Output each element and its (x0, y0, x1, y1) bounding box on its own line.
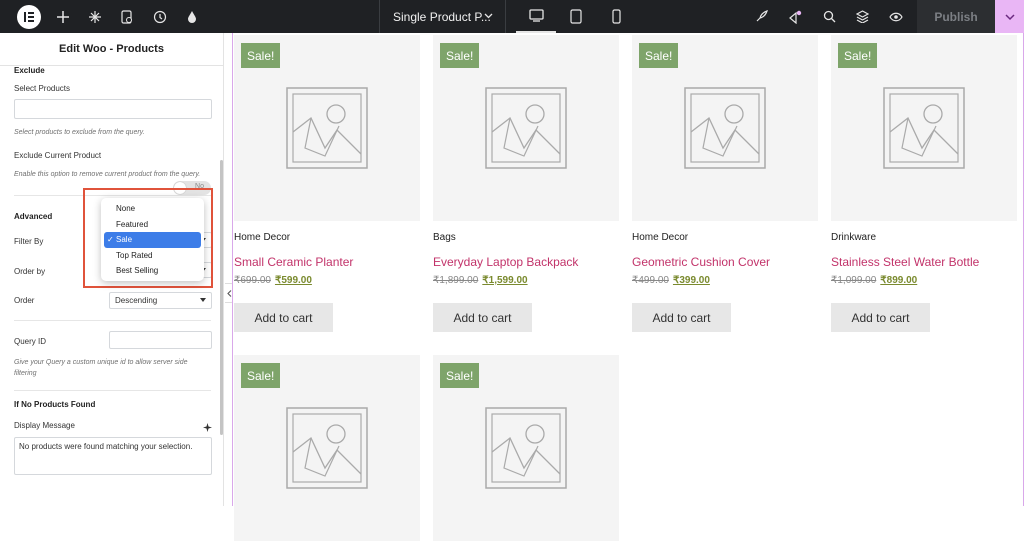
image-placeholder-icon (883, 87, 965, 169)
checkmark-icon: ✓ (107, 235, 114, 245)
ai-sparkle-icon[interactable] (203, 419, 212, 437)
image-placeholder-icon (684, 87, 766, 169)
page-settings-icon[interactable] (118, 0, 136, 33)
sale-badge: Sale! (639, 43, 679, 68)
dropdown-option-none[interactable]: None (104, 201, 201, 217)
advanced-heading: Advanced (14, 212, 53, 221)
divider (14, 390, 211, 391)
product-title[interactable]: Stainless Steel Water Bottle (831, 255, 979, 269)
divider (14, 320, 211, 321)
product-category[interactable]: Drinkware (831, 232, 876, 243)
filter-by-label: Filter By (14, 237, 44, 246)
rocket-icon[interactable] (752, 0, 770, 33)
chevron-down-icon (200, 298, 206, 302)
desktop-icon (528, 9, 544, 22)
publish-button[interactable]: Publish (917, 0, 995, 33)
chevron-down-icon (484, 13, 493, 19)
dropdown-option-sale[interactable]: ✓ Sale (104, 232, 201, 248)
sale-badge: Sale! (440, 43, 480, 68)
panel-title: Edit Woo - Products (0, 33, 223, 66)
tablet-view-button[interactable] (556, 0, 596, 33)
add-to-cart-button[interactable]: Add to cart (433, 303, 532, 332)
layers-icon[interactable] (853, 0, 871, 33)
select-products-input[interactable] (14, 99, 212, 119)
preview-canvas: Sale! Home Decor Small Ceramic Planter ₹… (232, 33, 1024, 541)
product-image[interactable]: Sale! (234, 355, 420, 541)
add-to-cart-button[interactable]: Add to cart (831, 303, 930, 332)
document-selector[interactable]: Single Product P... (379, 0, 506, 33)
old-price: ₹1,899.00 (433, 275, 479, 286)
product-category[interactable]: Home Decor (234, 232, 290, 243)
site-style-icon[interactable] (183, 0, 201, 33)
dropdown-option-featured[interactable]: Featured (104, 217, 201, 233)
order-label: Order (14, 296, 35, 305)
order-select[interactable]: Descending (109, 292, 212, 309)
sale-badge: Sale! (440, 363, 480, 388)
exclude-current-label: Exclude Current Product (14, 151, 102, 160)
product-category[interactable]: Home Decor (632, 232, 688, 243)
add-to-cart-button[interactable]: Add to cart (234, 303, 333, 332)
order-by-label: Order by (14, 267, 46, 276)
filter-by-dropdown[interactable]: None Featured ✓ Sale Top Rated Best Selli… (101, 198, 204, 281)
mobile-icon (611, 9, 621, 24)
product-title[interactable]: Everyday Laptop Backpack (433, 255, 578, 269)
panel-scrollbar[interactable] (220, 160, 223, 435)
sale-badge: Sale! (838, 43, 878, 68)
product-image[interactable]: Sale! (831, 35, 1017, 221)
sale-price: ₹399.00 (672, 275, 710, 286)
old-price: ₹699.00 (234, 275, 271, 286)
dropdown-option-top-rated[interactable]: Top Rated (104, 248, 201, 264)
product-image[interactable]: Sale! (433, 355, 619, 541)
select-products-hint: Select products to exclude from the quer… (14, 129, 145, 136)
image-placeholder-icon (485, 407, 567, 489)
publish-options-button[interactable] (995, 0, 1024, 33)
product-price: ₹1,099.00 ₹899.00 (831, 275, 917, 286)
old-price: ₹1,099.00 (831, 275, 877, 286)
query-id-label: Query ID (14, 337, 47, 346)
structure-icon[interactable] (86, 0, 104, 33)
product-image[interactable]: Sale! (632, 35, 818, 221)
sale-price: ₹899.00 (880, 275, 918, 286)
product-title[interactable]: Geometric Cushion Cover (632, 255, 770, 269)
select-products-label: Select Products (14, 84, 71, 93)
product-price: ₹699.00 ₹599.00 (234, 275, 312, 286)
product-image[interactable]: Sale! (433, 35, 619, 221)
old-price: ₹499.00 (632, 275, 669, 286)
add-to-cart-button[interactable]: Add to cart (632, 303, 731, 332)
sale-badge: Sale! (241, 363, 281, 388)
dropdown-option-best-selling[interactable]: Best Selling (104, 263, 201, 279)
document-title: Single Product P... (393, 9, 491, 24)
product-price: ₹1,899.00 ₹1,599.00 (433, 275, 528, 286)
desktop-view-button[interactable] (516, 0, 556, 33)
product-price: ₹499.00 ₹399.00 (632, 275, 710, 286)
elementor-logo-icon[interactable] (17, 5, 41, 29)
product-category[interactable]: Bags (433, 232, 456, 243)
no-products-heading: If No Products Found (14, 400, 96, 409)
image-placeholder-icon (286, 87, 368, 169)
sale-price: ₹1,599.00 (482, 275, 528, 286)
sale-price: ₹599.00 (274, 275, 312, 286)
sale-badge: Sale! (241, 43, 281, 68)
mobile-view-button[interactable] (596, 0, 636, 33)
product-image[interactable]: Sale! (234, 35, 420, 221)
chevron-left-icon (226, 289, 231, 297)
preview-eye-icon[interactable] (887, 0, 905, 33)
chevron-down-icon (1004, 13, 1015, 20)
image-placeholder-icon (485, 87, 567, 169)
tablet-icon (570, 9, 582, 24)
product-title[interactable]: Small Ceramic Planter (234, 255, 353, 269)
editor-topbar: Single Product P... Publish (0, 0, 1024, 33)
history-icon[interactable] (151, 0, 169, 33)
query-id-hint: Give your Query a custom unique id to al… (14, 359, 188, 377)
add-element-icon[interactable] (54, 0, 72, 33)
display-message-textarea[interactable]: No products were found matching your sel… (14, 437, 212, 475)
exclude-current-hint: Enable this option to remove current pro… (14, 171, 201, 178)
exclude-heading: Exclude (14, 66, 45, 75)
display-message-label: Display Message (14, 421, 75, 430)
query-id-input[interactable] (109, 331, 212, 349)
search-icon[interactable] (820, 0, 838, 33)
notifications-icon[interactable] (786, 0, 804, 33)
image-placeholder-icon (286, 407, 368, 489)
order-value: Descending (115, 296, 158, 305)
